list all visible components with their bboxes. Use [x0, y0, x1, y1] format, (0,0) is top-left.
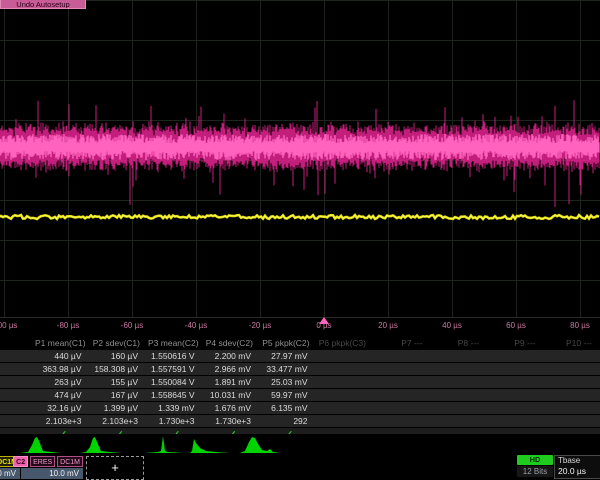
timebase-label: Tbase [558, 456, 600, 466]
timebase-scale-value: 20.0 µs [558, 466, 600, 477]
measurement-value: 1.339 mV [148, 402, 205, 414]
c2-eres-badge: ERES [30, 456, 55, 467]
channel-c2-descriptor[interactable]: C2 ERES DC1M 10.0 mV [21, 456, 83, 480]
time-tick-label: 40 µs [442, 321, 462, 330]
measurement-value: 25.03 mV [261, 376, 318, 388]
measurement-value: 59.97 mV [261, 389, 318, 401]
measurement-header-p4[interactable]: P4 sdev(C2) [205, 337, 262, 349]
measurement-header-p9[interactable]: P9 --- [487, 337, 544, 349]
measurement-value: 2.103e+3 [35, 415, 92, 427]
waveform-traces [0, 0, 600, 318]
plus-icon: + [111, 460, 119, 475]
measurement-value: 27.97 mV [261, 350, 318, 362]
measurement-value: 1.550084 V [148, 376, 205, 388]
time-tick-label: 60 µs [506, 321, 526, 330]
bottom-descriptor-bar: C1 DC1M 50.0 mV C2 ERES DC1M 10.0 mV + H… [0, 454, 600, 480]
measurement-header-p3[interactable]: P3 mean(C2) [148, 337, 205, 349]
time-tick-label: -20 µs [249, 321, 271, 330]
add-trace-button[interactable]: + [86, 456, 144, 480]
measurement-value: 10.031 mV [205, 389, 262, 401]
measurement-header-p1[interactable]: P1 mean(C1) [35, 337, 92, 349]
measurement-value: 1.676 mV [205, 402, 262, 414]
measurement-value: 1.730e+3 [205, 415, 262, 427]
time-tick-label: -80 µs [57, 321, 79, 330]
measurement-value: 263 µV [35, 376, 92, 388]
measurement-row-mean: 363.98 µV 158.308 µV 1.557591 V 2.966 mV… [0, 363, 600, 375]
measurement-histicon [80, 435, 120, 454]
measurement-row-num: 2.103e+3 2.103e+3 1.730e+3 1.730e+3 292 [0, 415, 600, 427]
time-tick-label: 20 µs [378, 321, 398, 330]
measurement-table: P1 mean(C1) P2 sdev(C1) P3 mean(C2) P4 s… [0, 337, 600, 441]
measurement-value: 32.16 µV [35, 402, 92, 414]
time-tick-label: -100 µs [0, 321, 17, 330]
measurement-value: 6.135 mV [261, 402, 318, 414]
time-tick-label: -60 µs [121, 321, 143, 330]
c2-channel-badge: C2 [13, 456, 28, 467]
measurement-value: 33.477 mV [261, 363, 318, 375]
time-axis: -100 µs -80 µs -60 µs -40 µs -20 µs 0 µs… [0, 318, 600, 336]
time-tick-label: -40 µs [185, 321, 207, 330]
measurement-histicon [144, 435, 184, 454]
hd-label: HD [517, 455, 553, 465]
measurement-value: 2.103e+3 [92, 415, 149, 427]
measurement-histicon [240, 435, 280, 454]
measurement-value: 292 [261, 415, 318, 427]
waveform-graticule: Undo Autosetup [0, 0, 600, 318]
measurement-row-min: 263 µV 155 µV 1.550084 V 1.891 mV 25.03 … [0, 376, 600, 388]
measurement-row-sdev: 32.16 µV 1.399 µV 1.339 mV 1.676 mV 6.13… [0, 402, 600, 414]
measurement-header-p8[interactable]: P8 --- [431, 337, 488, 349]
measurement-header-p6[interactable]: P6 pkpk(C3) [318, 337, 375, 349]
measurement-value: 1.891 mV [205, 376, 262, 388]
measurement-header-p10[interactable]: P10 --- [544, 337, 600, 349]
measurement-value: 1.550616 V [148, 350, 205, 362]
measurement-header-p2[interactable]: P2 sdev(C1) [92, 337, 149, 349]
measurement-header-p5[interactable]: P5 pkpk(C2) [261, 337, 318, 349]
measurement-value: 1.558645 V [148, 389, 205, 401]
measurement-value: 2.200 mV [205, 350, 262, 362]
measurement-header-row: P1 mean(C1) P2 sdev(C1) P3 mean(C2) P4 s… [0, 337, 600, 349]
measurement-value: 158.308 µV [92, 363, 149, 375]
measurement-value: 474 µV [35, 389, 92, 401]
c2-coupling-badge: DC1M [57, 456, 83, 467]
c1-scale-value: 50.0 mV [0, 468, 20, 479]
measurement-row-value: 440 µV 160 µV 1.550616 V 2.200 mV 27.97 … [0, 350, 600, 362]
measurement-value: 1.557591 V [148, 363, 205, 375]
measurement-value: 167 µV [92, 389, 149, 401]
measurement-histicon [190, 435, 230, 454]
measurement-value: 160 µV [92, 350, 149, 362]
hd-mode-badge[interactable]: HD 12 Bits [517, 455, 553, 477]
timebase-descriptor[interactable]: Tbase 20.0 µs [554, 455, 600, 479]
time-tick-label: 80 µs [570, 321, 590, 330]
histicon-strip [0, 434, 600, 454]
measurement-row-max: 474 µV 167 µV 1.558645 V 10.031 mV 59.97… [0, 389, 600, 401]
measurement-header-p7[interactable]: P7 --- [374, 337, 431, 349]
undo-autosetup-button[interactable]: Undo Autosetup [0, 0, 86, 9]
measurement-value: 1.730e+3 [148, 415, 205, 427]
measurement-value: 2.966 mV [205, 363, 262, 375]
c2-scale-value: 10.0 mV [21, 468, 83, 479]
oscilloscope-screen: Undo Autosetup -100 µs -80 µs -60 µs -40… [0, 0, 600, 480]
measurement-value: 155 µV [92, 376, 149, 388]
measurement-value: 1.399 µV [92, 402, 149, 414]
measurement-value: 440 µV [35, 350, 92, 362]
measurement-histicon [20, 435, 60, 454]
hd-bits-label: 12 Bits [517, 466, 553, 477]
time-tick-label: 0 µs [316, 321, 331, 330]
measurement-value: 363.98 µV [35, 363, 92, 375]
